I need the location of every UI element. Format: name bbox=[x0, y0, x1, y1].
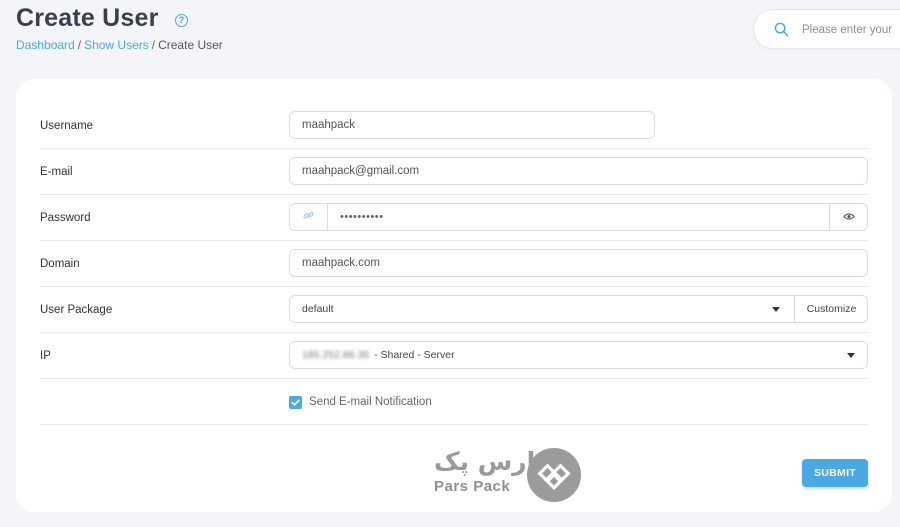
username-row: Username bbox=[40, 103, 868, 149]
ip-selected-value: 185.252.86.35 - Shared - Server bbox=[302, 342, 455, 368]
ip-suffix: - Shared - Server bbox=[374, 349, 455, 361]
username-label: Username bbox=[40, 120, 94, 132]
search-box bbox=[753, 9, 900, 49]
domain-row: Domain bbox=[40, 241, 868, 287]
chevron-down-icon bbox=[772, 307, 780, 312]
chevron-down-icon bbox=[847, 353, 855, 358]
package-row: User Package default Customize bbox=[40, 287, 868, 333]
search-input[interactable] bbox=[802, 20, 900, 40]
package-label: User Package bbox=[40, 304, 113, 316]
customize-button[interactable]: Customize bbox=[794, 296, 868, 322]
email-field[interactable] bbox=[289, 157, 868, 185]
breadcrumb-dashboard-link[interactable]: Dashboard bbox=[16, 38, 75, 52]
send-notification-checkbox[interactable] bbox=[289, 396, 302, 409]
ip-select[interactable]: 185.252.86.35 - Shared - Server bbox=[289, 341, 868, 369]
generate-password-button[interactable] bbox=[290, 204, 328, 230]
notification-row: Send E-mail Notification bbox=[40, 379, 868, 425]
password-row: Password •••••••••• bbox=[40, 195, 868, 241]
domain-label: Domain bbox=[40, 258, 80, 270]
show-password-button[interactable] bbox=[829, 204, 867, 230]
ip-label: IP bbox=[40, 350, 51, 362]
ip-row: IP 185.252.86.35 - Shared - Server bbox=[40, 333, 868, 379]
package-select[interactable]: default Customize bbox=[289, 295, 868, 323]
breadcrumb-separator: / bbox=[77, 38, 82, 52]
username-input[interactable] bbox=[290, 112, 654, 138]
password-label: Password bbox=[40, 212, 91, 224]
check-icon bbox=[291, 399, 300, 406]
domain-field[interactable] bbox=[289, 249, 868, 277]
package-selected-value: default bbox=[302, 303, 334, 315]
create-user-form-card: Username E-mail Password •••••••••• bbox=[16, 79, 892, 512]
password-field[interactable]: •••••••••• bbox=[289, 203, 868, 231]
link-icon bbox=[303, 208, 314, 226]
breadcrumb-current: Create User bbox=[158, 38, 223, 52]
question-circle-icon[interactable]: ? bbox=[175, 14, 188, 27]
password-input[interactable]: •••••••••• bbox=[340, 204, 384, 230]
domain-input[interactable] bbox=[290, 250, 867, 276]
parspack-logo: پارس پک Pars Pack bbox=[434, 447, 584, 505]
parspack-logo-icon bbox=[527, 448, 581, 502]
eye-icon bbox=[842, 208, 855, 226]
ip-address: 185.252.86.35 bbox=[302, 349, 370, 361]
email-label: E-mail bbox=[40, 166, 73, 178]
email-input[interactable] bbox=[290, 158, 867, 184]
logo-text-english: Pars Pack bbox=[434, 478, 511, 495]
submit-button[interactable]: SUBMIT bbox=[802, 459, 868, 487]
send-notification-label[interactable]: Send E-mail Notification bbox=[309, 379, 432, 425]
breadcrumb: Dashboard / Show Users / Create User bbox=[16, 38, 223, 52]
username-field[interactable] bbox=[289, 111, 655, 139]
search-icon[interactable] bbox=[774, 22, 789, 42]
breadcrumb-separator: / bbox=[151, 38, 156, 52]
page-title: Create User bbox=[16, 4, 159, 32]
breadcrumb-show-users-link[interactable]: Show Users bbox=[84, 38, 149, 52]
email-row: E-mail bbox=[40, 149, 868, 195]
